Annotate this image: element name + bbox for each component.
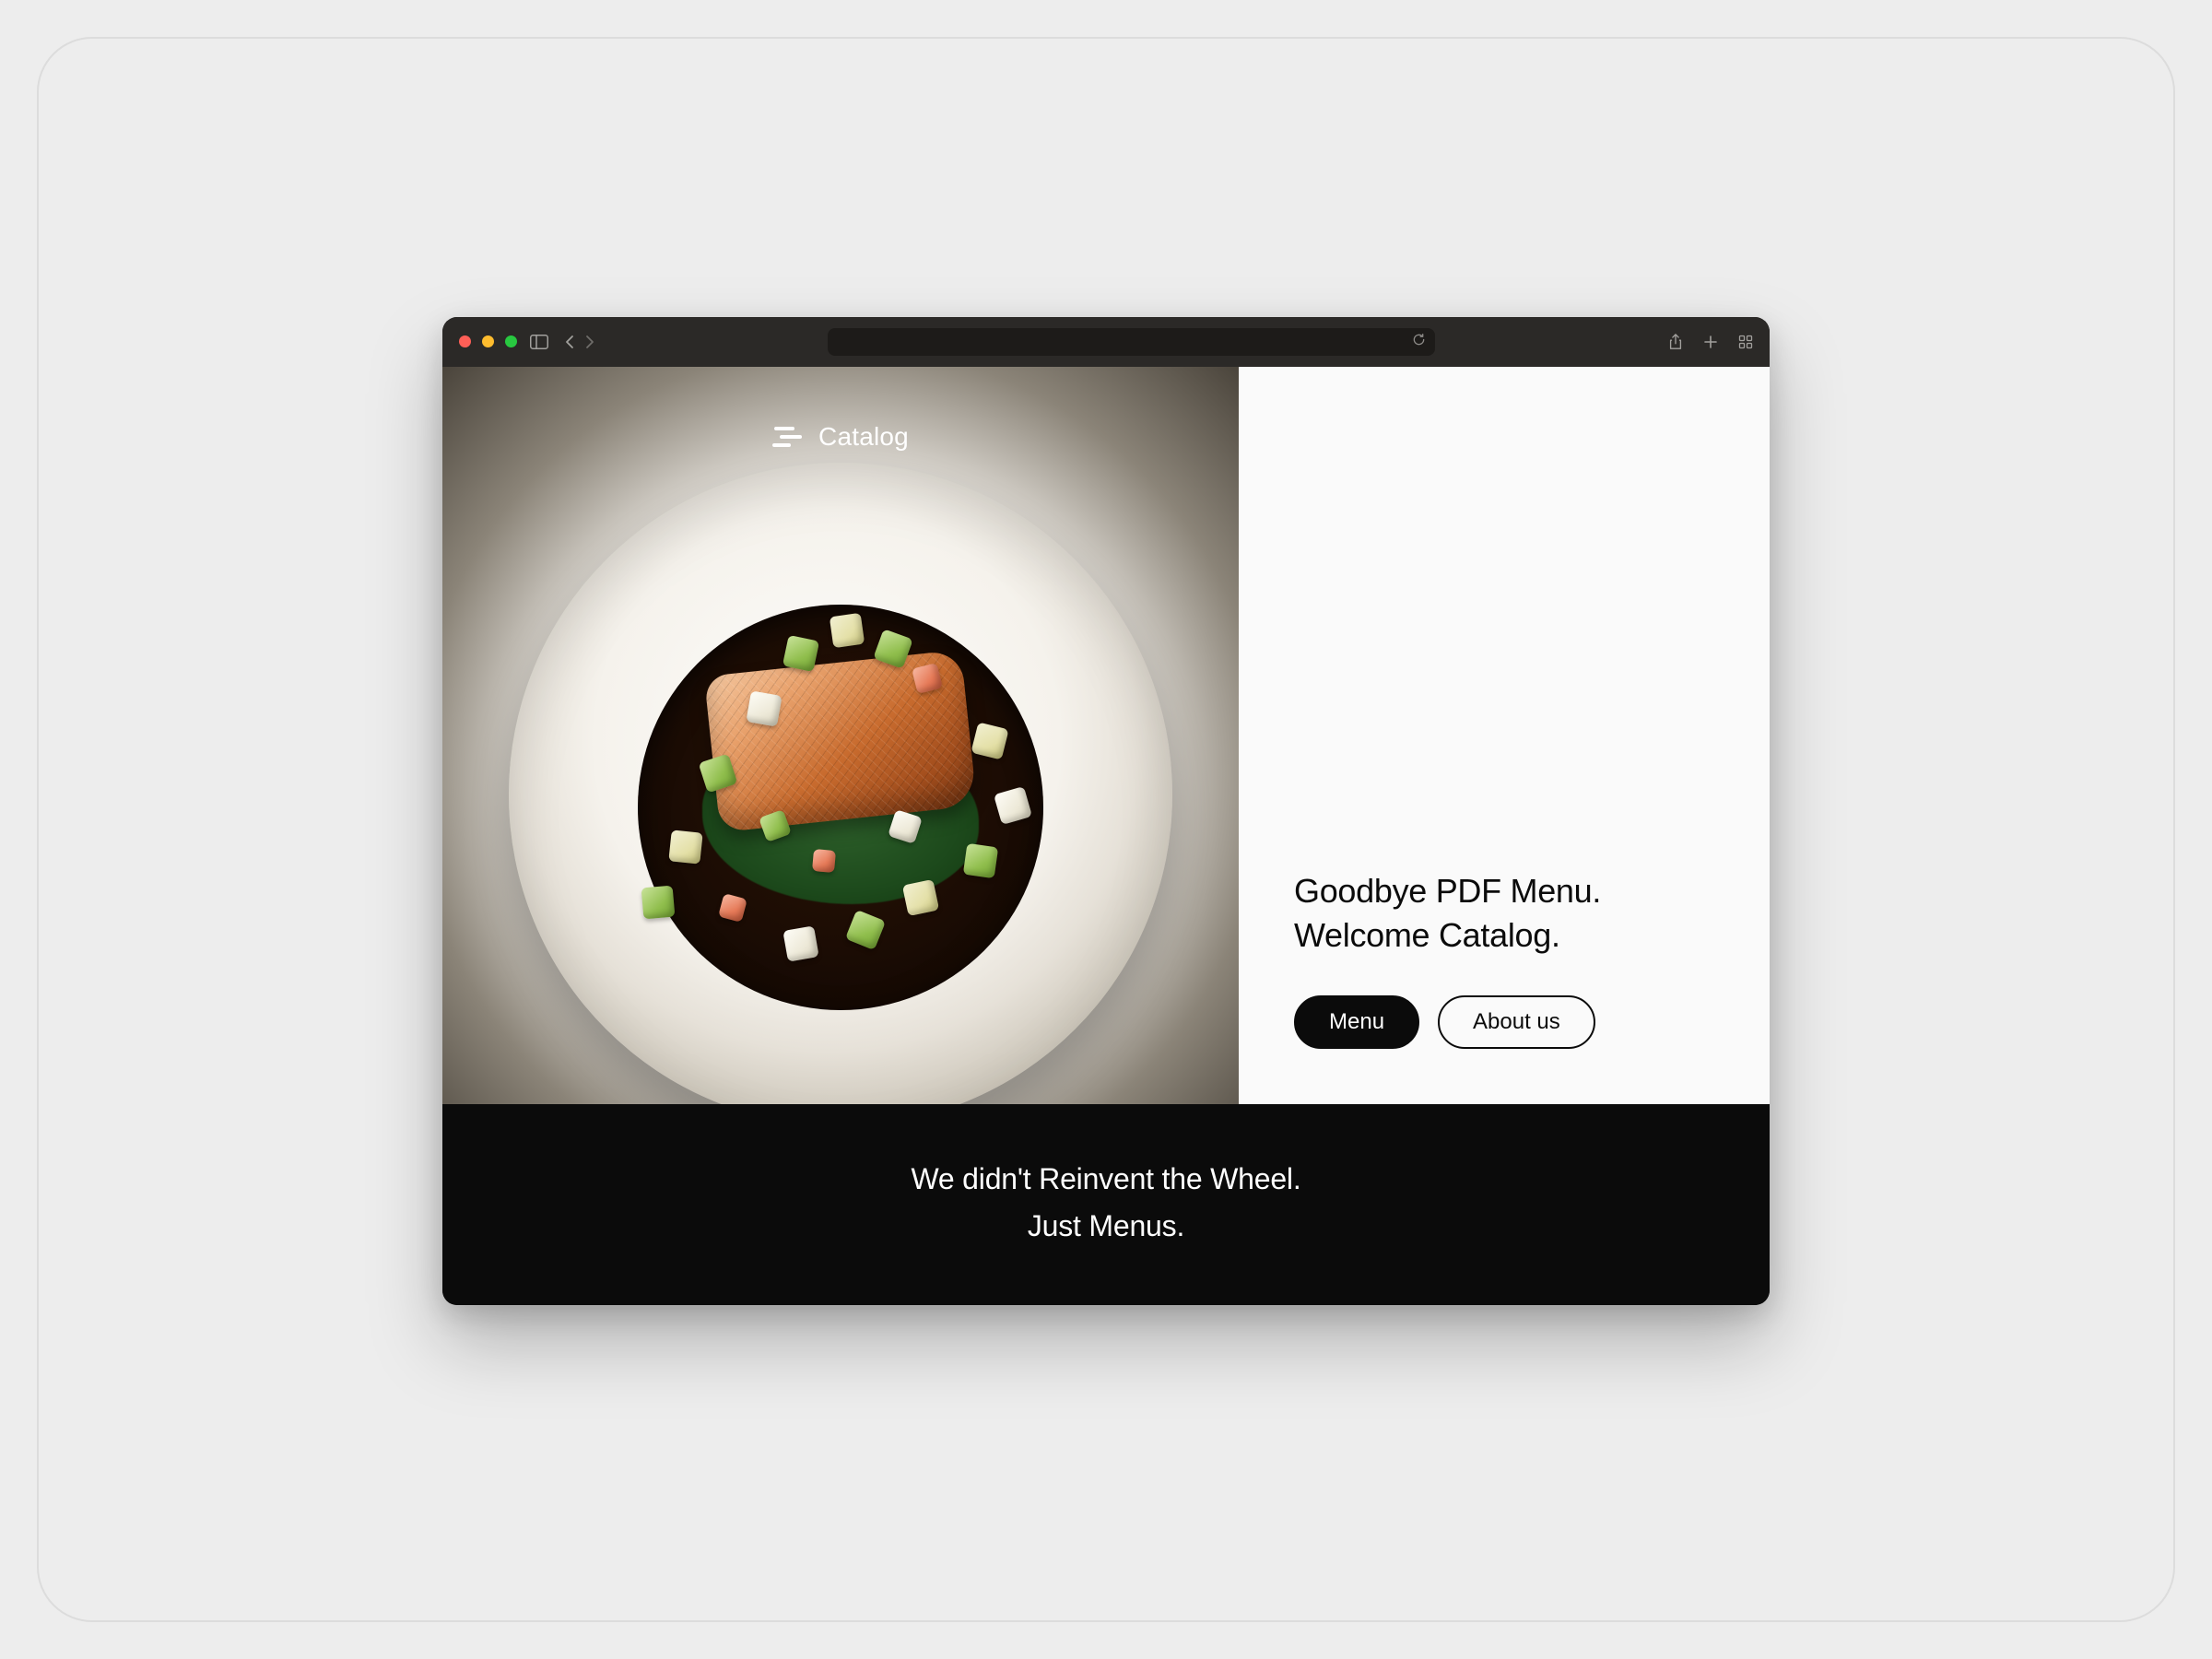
new-tab-button[interactable]	[1703, 335, 1718, 349]
forward-button[interactable]	[584, 335, 594, 349]
brand-name: Catalog	[818, 422, 909, 452]
hero-image-panel: Catalog	[442, 367, 1239, 1104]
close-window-button[interactable]	[459, 335, 471, 347]
about-us-button[interactable]: About us	[1438, 995, 1595, 1049]
hero-headline-line1: Goodbye PDF Menu.	[1294, 869, 1770, 914]
reload-icon	[1412, 333, 1426, 347]
hero-section: Catalog	[442, 367, 1770, 1104]
plate-illustration	[509, 463, 1172, 1104]
hero-copy-panel: Goodbye PDF Menu. Welcome Catalog. Menu …	[1239, 367, 1770, 1104]
reload-button[interactable]	[1412, 333, 1426, 351]
menu-button[interactable]: Menu	[1294, 995, 1419, 1049]
chevron-right-icon	[584, 335, 594, 349]
hero-headline-line2: Welcome Catalog.	[1294, 913, 1770, 959]
plus-icon	[1703, 335, 1718, 349]
page-content: Catalog	[442, 367, 1770, 1305]
tagline-line1: We didn't Reinvent the Wheel.	[461, 1156, 1751, 1203]
minimize-window-button[interactable]	[482, 335, 494, 347]
tagline-line2: Just Menus.	[461, 1203, 1751, 1250]
brand-lockup[interactable]: Catalog	[772, 422, 909, 452]
share-icon	[1668, 334, 1683, 350]
sidebar-toggle-button[interactable]	[530, 335, 548, 349]
tagline-band: We didn't Reinvent the Wheel. Just Menus…	[442, 1104, 1770, 1305]
toolbar-right	[1668, 334, 1753, 350]
nav-buttons	[565, 335, 594, 349]
hero-cta-row: Menu About us	[1294, 995, 1770, 1049]
address-bar-wrap	[607, 328, 1655, 356]
window-controls	[459, 335, 517, 347]
browser-window: Catalog	[442, 317, 1770, 1305]
share-button[interactable]	[1668, 334, 1683, 350]
fullscreen-window-button[interactable]	[505, 335, 517, 347]
tab-overview-button[interactable]	[1738, 335, 1753, 349]
back-button[interactable]	[565, 335, 575, 349]
canvas-frame: Catalog	[37, 37, 2175, 1622]
sidebar-icon	[530, 335, 548, 349]
address-bar[interactable]	[828, 328, 1435, 356]
browser-toolbar	[442, 317, 1770, 367]
chevron-left-icon	[565, 335, 575, 349]
hero-headline: Goodbye PDF Menu. Welcome Catalog.	[1294, 869, 1770, 959]
brand-logo-icon	[772, 425, 804, 449]
grid-icon	[1738, 335, 1753, 349]
